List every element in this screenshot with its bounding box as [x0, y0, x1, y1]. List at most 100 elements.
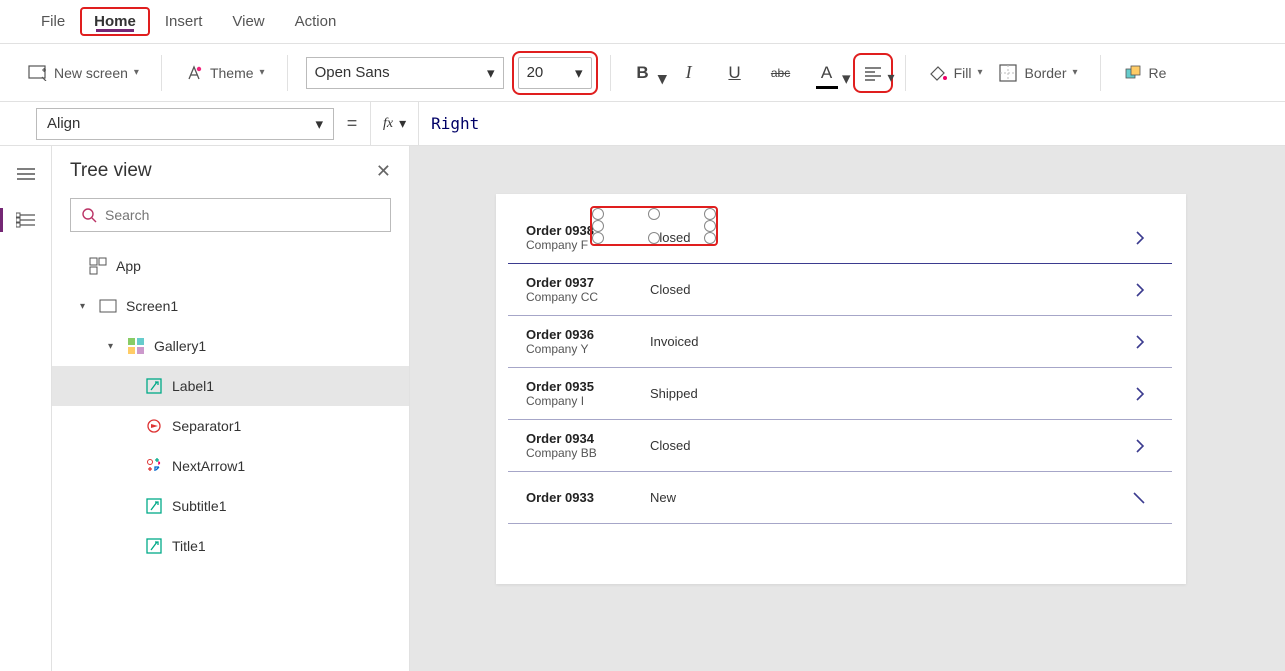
search-input[interactable] — [70, 198, 391, 232]
chevron-right-icon[interactable] — [1134, 333, 1146, 351]
gallery-row[interactable]: Order 0936 Company Y Invoiced — [508, 316, 1172, 368]
hamburger-icon[interactable] — [12, 160, 40, 188]
order-title: Order 0935 — [526, 379, 650, 394]
order-status: Closed — [650, 230, 690, 245]
equals-label: = — [334, 113, 370, 134]
strikethrough-button[interactable]: abc — [767, 59, 795, 87]
chevron-down-icon: ▾ — [399, 115, 406, 132]
fx-label: fx — [383, 116, 393, 132]
order-title: Order 0934 — [526, 431, 650, 446]
tree-node-separator1[interactable]: Separator1 — [52, 406, 409, 446]
formula-bar: Align ▾ = fx ▾ Right — [0, 102, 1285, 146]
tree-view-icon[interactable] — [12, 206, 40, 234]
tree-title: Tree view — [70, 160, 152, 182]
gallery-row[interactable]: Order 0933 New — [508, 472, 1172, 524]
chevron-down-icon: ▾ — [842, 69, 851, 89]
label-icon — [144, 496, 164, 516]
main-area: Tree view ✕ App ▾ Screen1 — [0, 146, 1285, 671]
new-screen-label: New screen — [54, 65, 128, 81]
order-subtitle: Company CC — [526, 290, 650, 304]
font-family-select[interactable]: Open Sans ▾ — [306, 57, 504, 89]
theme-button[interactable]: Theme ▾ — [180, 59, 269, 87]
border-button[interactable]: Border ▾ — [994, 59, 1081, 87]
tree-node-nextarrow1[interactable]: NextArrow1 — [52, 446, 409, 486]
menu-home[interactable]: Home — [80, 7, 150, 36]
align-left-icon — [863, 65, 883, 81]
order-subtitle: Company Y — [526, 342, 650, 356]
gallery-icon — [126, 336, 146, 356]
fill-label: Fill — [954, 65, 972, 81]
fill-button[interactable]: Fill ▾ — [924, 59, 987, 87]
menu-file[interactable]: File — [26, 5, 80, 38]
bold-button[interactable]: B▾ — [629, 59, 657, 87]
property-select[interactable]: Align ▾ — [36, 108, 334, 140]
underline-button[interactable]: U — [721, 59, 749, 87]
gallery-row[interactable]: Order 0937 Company CC Closed — [508, 264, 1172, 316]
gallery-preview[interactable]: Order 0938 Company F Closed Order 0937 C… — [496, 212, 1186, 524]
font-size-value: 20 — [527, 64, 544, 81]
formula-input[interactable]: Right — [419, 114, 479, 133]
left-rail — [0, 146, 52, 671]
chevron-right-icon[interactable] — [1134, 281, 1146, 299]
theme-label: Theme — [210, 65, 254, 81]
label-icon — [144, 536, 164, 556]
gallery-row[interactable]: Order 0935 Company I Shipped — [508, 368, 1172, 420]
menu-insert[interactable]: Insert — [150, 5, 218, 38]
nextarrow-icon — [144, 456, 164, 476]
gallery-row[interactable]: Order 0938 Company F Closed — [508, 212, 1172, 264]
tree-node-app[interactable]: App — [52, 246, 409, 286]
font-family-value: Open Sans — [315, 64, 390, 81]
fx-button[interactable]: fx ▾ — [370, 102, 419, 145]
property-value: Align — [47, 115, 80, 132]
order-title: Order 0937 — [526, 275, 650, 290]
border-icon — [998, 63, 1018, 83]
menubar: File Home Insert View Action — [0, 0, 1285, 44]
tree-node-label1[interactable]: Label1 — [52, 366, 409, 406]
text-format-group: B▾ I U abc A▾ ▾ — [629, 59, 887, 87]
tree-node-gallery[interactable]: ▾ Gallery1 — [52, 326, 409, 366]
italic-button[interactable]: I — [675, 59, 703, 87]
chevron-right-icon[interactable] — [1134, 437, 1146, 455]
tree-panel: Tree view ✕ App ▾ Screen1 — [52, 146, 410, 671]
order-status: Closed — [650, 282, 690, 297]
caret-down-icon: ▾ — [108, 341, 118, 352]
tree-node-screen[interactable]: ▾ Screen1 — [52, 286, 409, 326]
order-status: New — [650, 490, 676, 505]
chevron-right-icon[interactable] — [1134, 229, 1146, 247]
menu-view[interactable]: View — [217, 5, 279, 38]
order-subtitle: Company F — [526, 238, 650, 252]
screen-preview[interactable]: Order 0938 Company F Closed Order 0937 C… — [496, 194, 1186, 584]
search-field[interactable] — [105, 207, 380, 223]
chevron-right-icon[interactable] — [1132, 491, 1146, 505]
order-title: Order 0936 — [526, 327, 650, 342]
new-screen-icon — [28, 63, 48, 83]
chevron-down-icon: ▾ — [487, 64, 495, 82]
chevron-right-icon[interactable] — [1134, 385, 1146, 403]
order-title: Order 0933 — [526, 490, 650, 505]
chevron-down-icon: ▾ — [888, 69, 895, 86]
new-screen-button[interactable]: New screen ▾ — [24, 59, 143, 87]
search-icon — [81, 207, 97, 223]
chevron-down-icon: ▾ — [134, 67, 139, 78]
menu-action[interactable]: Action — [280, 5, 352, 38]
tree-node-subtitle1[interactable]: Subtitle1 — [52, 486, 409, 526]
ribbon: New screen ▾ Theme ▾ Open Sans ▾ 20 ▾ B▾… — [0, 44, 1285, 102]
chevron-down-icon: ▾ — [575, 64, 583, 82]
order-title: Order 0938 — [526, 223, 650, 238]
text-align-button[interactable]: ▾ — [859, 59, 887, 87]
separator-icon — [144, 416, 164, 436]
order-status: Shipped — [650, 386, 698, 401]
order-status: Invoiced — [650, 334, 698, 349]
canvas[interactable]: Order 0938 Company F Closed Order 0937 C… — [410, 146, 1285, 671]
reorder-button[interactable]: Re — [1119, 59, 1171, 87]
close-icon[interactable]: ✕ — [376, 161, 391, 182]
tree-node-title1[interactable]: Title1 — [52, 526, 409, 566]
order-subtitle: Company I — [526, 394, 650, 408]
chevron-down-icon: ▾ — [260, 67, 265, 78]
gallery-row[interactable]: Order 0934 Company BB Closed — [508, 420, 1172, 472]
font-color-button[interactable]: A▾ — [813, 59, 841, 87]
chevron-down-icon: ▾ — [977, 67, 982, 78]
font-size-select[interactable]: 20 ▾ — [518, 57, 592, 89]
chevron-down-icon: ▾ — [658, 69, 667, 89]
reorder-label: Re — [1149, 65, 1167, 81]
